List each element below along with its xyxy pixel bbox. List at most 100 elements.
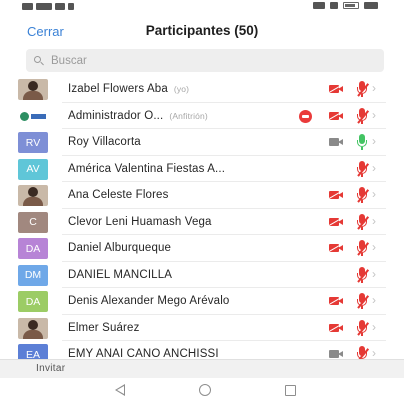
avatar-initials: DA [18,238,48,259]
participant-name: Elmer Suárez [68,321,140,334]
avatar-initials: DA [18,291,48,312]
chevron-right-icon: › [372,346,376,359]
mic-muted-icon [355,346,369,359]
participant-row[interactable]: Elmer Suárez › [0,315,404,342]
participant-name: América Valentina Fiestas A... [68,162,226,175]
avatar-initials: EA [18,344,48,359]
participant-name-cell: DANIEL MANCILLA [68,269,172,281]
avatar-photo [18,185,48,206]
video-off-icon [329,297,343,305]
page-title: Participantes (50) [145,23,259,38]
chevron-right-icon: › [372,107,376,122]
avatar-initials: AV [18,158,48,180]
record-icon [299,109,312,123]
video-off-icon [329,85,343,93]
participant-row[interactable]: Izabel Flowers Aba (yo) › [0,76,404,103]
participant-row[interactable]: C Clevor Leni Huamash Vega › [0,209,404,236]
participant-row[interactable]: RV Roy Villacorta › [0,129,404,156]
participant-name-cell: Clevor Leni Huamash Vega [68,216,212,228]
participant-role-tag: (yo) [173,84,190,94]
search-icon [34,55,44,66]
invite-button[interactable]: Invitar [36,363,65,374]
clock-icon [364,2,378,9]
participant-row[interactable]: EA EMY ANAI CANO ANCHISSI › [0,341,404,359]
participant-row[interactable]: DA Denis Alexander Mego Arévalo › [0,288,404,315]
avatar-initials: RV [18,132,48,153]
participant-name-cell: Elmer Suárez [68,322,139,334]
video-off-icon [329,244,343,252]
participant-name-cell: Izabel Flowers Aba (yo) [68,83,189,95]
participant-list[interactable]: Izabel Flowers Aba (yo) › Administrador O..… [0,76,404,359]
avatar-photo [18,317,48,339]
participant-name: Roy Villacorta [68,136,141,148]
participant-name: Denis Alexander Mego Arévalo [68,295,230,307]
status-icons-right [313,2,378,9]
mic-muted-icon [355,213,369,231]
chevron-right-icon: › [372,213,376,228]
mic-muted-icon [355,266,369,284]
participant-name: Daniel Alburqueque [68,242,172,254]
video-off-icon [329,217,343,226]
back-icon[interactable] [115,384,125,396]
system-navigation-bar [0,378,404,403]
participant-row[interactable]: DA Daniel Alburqueque › [0,235,404,262]
participant-row[interactable]: Ana Celeste Flores › [0,182,404,209]
participant-row[interactable]: Administrador O... (Anfitrión) › [0,103,404,130]
footer-bar: Invitar [0,359,404,378]
search-input[interactable] [51,54,351,67]
chevron-right-icon: › [372,266,376,281]
participant-name-cell: Ana Celeste Flores [68,189,169,201]
notification-icon [68,3,74,10]
status-icons-left [22,3,74,10]
status-bar [0,0,404,16]
chevron-right-icon: › [372,134,376,148]
participant-name: Izabel Flowers Aba [68,83,168,95]
participant-name-cell: Administrador O... (Anfitrión) [68,110,208,122]
participant-name-cell: Denis Alexander Mego Arévalo [68,295,229,307]
header: Cerrar Participantes (50) [0,16,404,44]
mic-muted-icon [355,240,369,257]
chevron-right-icon: › [372,187,376,201]
video-off-icon [329,323,343,332]
participant-name: Ana Celeste Flores [68,189,169,201]
chevron-right-icon: › [372,240,376,254]
participant-name: Clevor Leni Huamash Vega [68,215,212,228]
mic-muted-icon [355,293,369,310]
chevron-right-icon: › [372,319,376,334]
participant-name: Administrador O... [68,109,164,122]
mic-on-icon [355,134,369,151]
avatar-initials: DM [18,264,48,286]
signal-icon [36,3,52,10]
participant-name: EMY ANAI CANO ANCHISSI [68,348,219,359]
mic-muted-icon [355,81,369,98]
participant-name: DANIEL MANCILLA [68,268,173,281]
mic-muted-icon [355,107,369,125]
participant-name-cell: EMY ANAI CANO ANCHISSI [68,348,219,359]
video-off-icon [329,191,343,199]
mic-muted-icon [355,160,369,178]
video-on-icon [329,138,343,146]
video-off-icon [329,111,343,120]
search-bar[interactable] [26,49,384,72]
participant-row[interactable]: AV América Valentina Fiestas A... › [0,156,404,183]
mic-muted-icon [355,319,369,337]
participant-row[interactable]: DM DANIEL MANCILLA › [0,262,404,289]
chevron-right-icon: › [372,293,376,307]
alarm-icon [313,2,325,9]
recents-icon[interactable] [285,385,296,396]
avatar-photo [18,79,48,100]
participant-name-cell: Daniel Alburqueque [68,242,171,254]
chevron-right-icon: › [372,81,376,95]
vibrate-icon [330,2,338,9]
battery-icon [343,2,359,9]
avatar-logo [18,105,48,127]
avatar-initials: C [18,211,48,233]
mic-muted-icon [355,187,369,204]
sim-icon [22,3,33,10]
participant-role-tag: (Anfitrión) [169,110,208,121]
participant-name-cell: Roy Villacorta [68,136,141,148]
video-on-icon [329,350,343,358]
participant-name-cell: América Valentina Fiestas A... [68,163,225,175]
home-icon[interactable] [199,384,211,396]
wifi-icon [55,3,65,10]
